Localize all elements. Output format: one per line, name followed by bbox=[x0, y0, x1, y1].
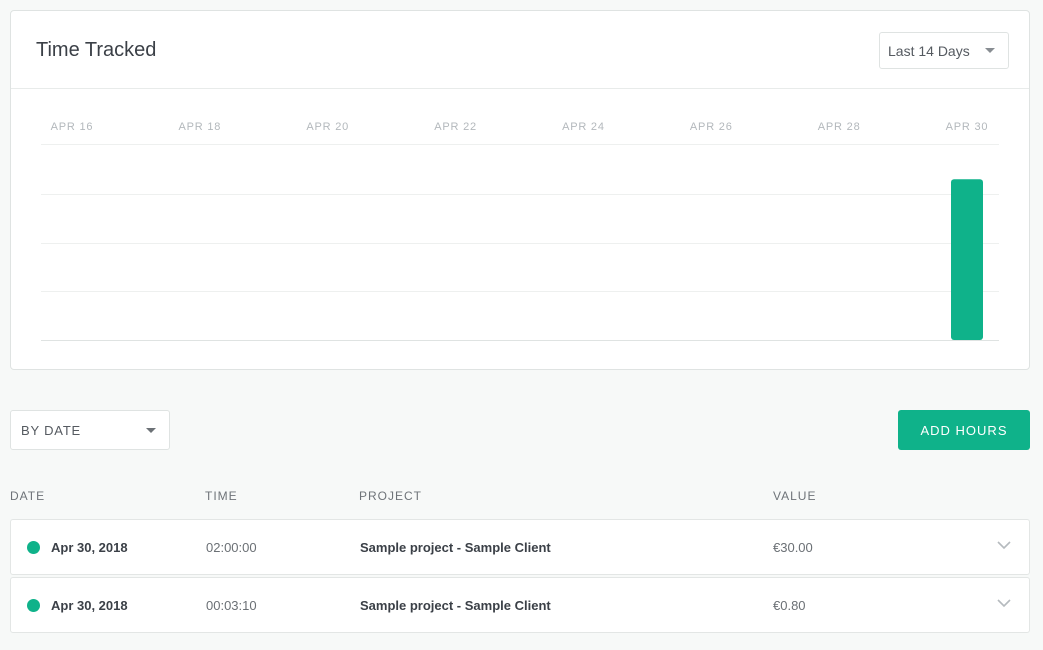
row-project: Sample project - Sample Client bbox=[360, 598, 551, 613]
row-date: Apr 30, 2018 bbox=[51, 540, 128, 555]
table-row[interactable]: Apr 30, 2018 00:03:10 Sample project - S… bbox=[10, 577, 1030, 633]
group-by-value: BY DATE bbox=[21, 422, 82, 438]
row-time: 00:03:10 bbox=[206, 598, 257, 613]
x-tick-label: APR 30 bbox=[946, 121, 989, 133]
chevron-down-icon[interactable] bbox=[997, 598, 1011, 608]
column-header-project[interactable]: PROJECT bbox=[359, 489, 422, 503]
table-row[interactable]: Apr 30, 2018 02:00:00 Sample project - S… bbox=[10, 519, 1030, 575]
status-dot-icon bbox=[27, 599, 40, 612]
card-title: Time Tracked bbox=[36, 39, 157, 61]
x-tick-label: APR 22 bbox=[434, 121, 477, 133]
x-tick-label: APR 26 bbox=[690, 121, 733, 133]
row-value: €30.00 bbox=[773, 540, 813, 555]
row-time: 02:00:00 bbox=[206, 540, 257, 555]
status-dot-icon bbox=[27, 541, 40, 554]
date-range-value: Last 14 Days bbox=[888, 42, 970, 59]
x-tick-label: APR 24 bbox=[562, 121, 605, 133]
row-value: €0.80 bbox=[773, 598, 806, 613]
column-header-time[interactable]: TIME bbox=[205, 489, 238, 503]
add-hours-button[interactable]: ADD HOURS bbox=[898, 410, 1030, 450]
group-by-select[interactable]: BY DATE bbox=[10, 410, 170, 450]
x-tick-label: APR 28 bbox=[818, 121, 861, 133]
x-tick-label: APR 20 bbox=[306, 121, 349, 133]
row-project: Sample project - Sample Client bbox=[360, 540, 551, 555]
card-header: Time Tracked Last 14 Days bbox=[11, 11, 1029, 89]
column-header-date[interactable]: DATE bbox=[10, 489, 45, 503]
caret-down-icon bbox=[985, 48, 995, 53]
time-tracked-chart: APR 16 APR 18 APR 20 APR 22 APR 24 APR 26 APR … bbox=[41, 121, 999, 341]
column-header-value[interactable]: VALUE bbox=[773, 489, 816, 503]
date-range-select[interactable]: Last 14 Days bbox=[879, 32, 1009, 69]
x-tick-label: APR 16 bbox=[51, 121, 94, 133]
caret-down-icon bbox=[146, 428, 156, 433]
row-date: Apr 30, 2018 bbox=[51, 598, 128, 613]
time-tracked-card: Time Tracked Last 14 Days APR 16 APR 18 AP… bbox=[10, 10, 1030, 370]
chart-bar[interactable] bbox=[951, 179, 983, 340]
x-tick-label: APR 18 bbox=[178, 121, 221, 133]
chevron-down-icon[interactable] bbox=[997, 540, 1011, 550]
